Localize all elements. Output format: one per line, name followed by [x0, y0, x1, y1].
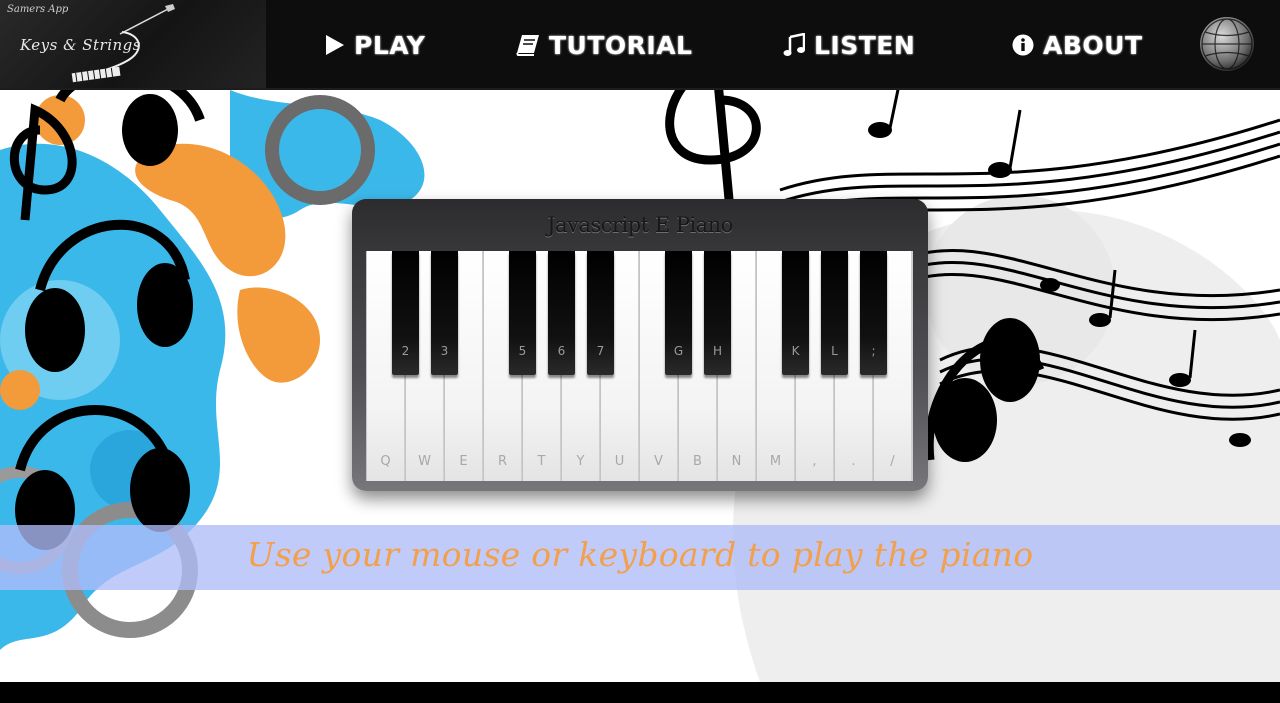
- globe-icon: [1201, 18, 1253, 70]
- key-label: /: [890, 454, 895, 469]
- info-icon: [1012, 34, 1034, 56]
- key-label: G: [673, 344, 684, 358]
- key-label: T: [537, 454, 546, 469]
- black-key[interactable]: L: [821, 251, 848, 375]
- key-label: R: [497, 454, 508, 469]
- key-label: L: [831, 344, 838, 358]
- bottom-bar: [0, 682, 1280, 703]
- book-icon: [516, 35, 539, 56]
- key-label: V: [654, 454, 663, 469]
- key-label: B: [693, 454, 702, 469]
- nav-tutorial-label: TUTORIAL: [549, 30, 693, 60]
- play-icon: [326, 35, 344, 55]
- key-label: ;: [871, 344, 876, 358]
- black-key[interactable]: 3: [431, 251, 458, 375]
- key-label: 7: [596, 344, 605, 358]
- logo-title: Keys & Strings: [20, 36, 141, 54]
- key-label: H: [712, 344, 723, 358]
- key-label: 3: [440, 344, 449, 358]
- key-label: 2: [401, 344, 410, 358]
- black-key[interactable]: 5: [509, 251, 536, 375]
- black-key[interactable]: K: [782, 251, 809, 375]
- nav-listen-label: LISTEN: [814, 30, 916, 60]
- key-label: Y: [576, 454, 585, 469]
- key-label: .: [851, 454, 856, 469]
- nav-about-label: ABOUT: [1043, 30, 1143, 60]
- key-label: 6: [557, 344, 566, 358]
- piano-panel: Javascript E Piano Q W E R T Y U V B N M…: [352, 199, 928, 491]
- key-label: K: [791, 344, 800, 358]
- black-key[interactable]: ;: [860, 251, 887, 375]
- instruction-text: Use your mouse or keyboard to play the p…: [246, 535, 1034, 574]
- music-note-icon: [783, 33, 805, 56]
- key-label: ,: [812, 454, 817, 469]
- nav-listen[interactable]: LISTEN: [783, 30, 915, 60]
- profile-globe-button[interactable]: [1200, 17, 1254, 71]
- nav-tutorial[interactable]: TUTORIAL: [516, 30, 693, 60]
- top-navbar: Samers App Keys & Strings PLAY TUTORIAL …: [0, 0, 1280, 90]
- piano-keyboard: Q W E R T Y U V B N M , . / 2 3 5 6 7 G …: [366, 251, 913, 481]
- nav-play-label: PLAY: [354, 30, 426, 60]
- key-label: N: [731, 454, 742, 469]
- key-label: 5: [518, 344, 527, 358]
- key-label: U: [614, 454, 625, 469]
- black-key[interactable]: 6: [548, 251, 575, 375]
- key-label: Q: [380, 454, 391, 469]
- nav-play[interactable]: PLAY: [325, 30, 425, 60]
- black-key[interactable]: 2: [392, 251, 419, 375]
- nav-about[interactable]: ABOUT: [1012, 30, 1143, 60]
- app-logo[interactable]: Samers App Keys & Strings: [0, 0, 266, 88]
- instruction-banner: Use your mouse or keyboard to play the p…: [0, 525, 1280, 590]
- black-key[interactable]: G: [665, 251, 692, 375]
- key-label: W: [418, 454, 431, 469]
- black-key[interactable]: 7: [587, 251, 614, 375]
- key-label: E: [459, 454, 468, 469]
- key-label: M: [769, 454, 782, 469]
- piano-title: Javascript E Piano: [547, 213, 733, 237]
- black-key[interactable]: H: [704, 251, 731, 375]
